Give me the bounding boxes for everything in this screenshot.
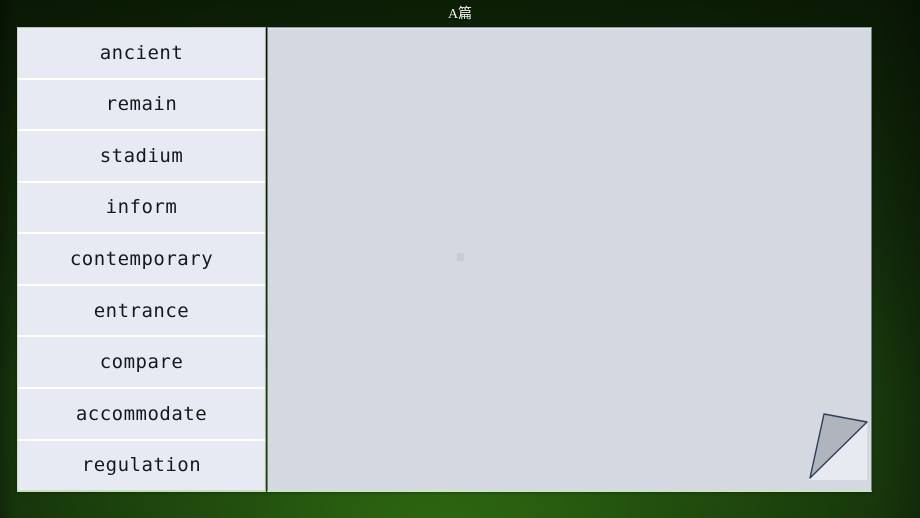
vocabulary-list: ancient remain stadium inform contempora… bbox=[17, 27, 266, 492]
word-label: ancient bbox=[99, 41, 184, 64]
list-item[interactable]: stadium bbox=[18, 131, 265, 183]
word-label: regulation bbox=[81, 454, 202, 477]
list-item[interactable]: regulation bbox=[18, 440, 265, 491]
list-item[interactable]: remain bbox=[18, 79, 265, 132]
list-item[interactable]: inform bbox=[18, 182, 265, 235]
slide-right-edge-shadow bbox=[872, 0, 920, 518]
slide-stage: A篇 ancient remain stadium inform contemp… bbox=[0, 0, 920, 518]
list-item[interactable]: ancient bbox=[18, 28, 265, 80]
word-label: accommodate bbox=[75, 402, 208, 425]
list-item[interactable]: contemporary bbox=[18, 234, 265, 286]
word-label: entrance bbox=[93, 299, 190, 322]
word-label: stadium bbox=[99, 144, 184, 167]
placeholder-square-icon bbox=[457, 253, 464, 261]
word-label: contemporary bbox=[69, 248, 214, 271]
page-curl-corner[interactable] bbox=[781, 400, 871, 490]
list-item[interactable]: compare bbox=[18, 337, 265, 389]
list-item[interactable]: entrance bbox=[18, 285, 265, 338]
page-title: A篇 bbox=[447, 7, 473, 22]
word-label: inform bbox=[105, 196, 178, 219]
word-label: remain bbox=[105, 93, 178, 116]
list-item[interactable]: accommodate bbox=[18, 388, 265, 441]
slide-left-edge-shadow bbox=[0, 0, 18, 518]
content-panel[interactable] bbox=[267, 27, 872, 492]
word-label: compare bbox=[99, 351, 184, 374]
